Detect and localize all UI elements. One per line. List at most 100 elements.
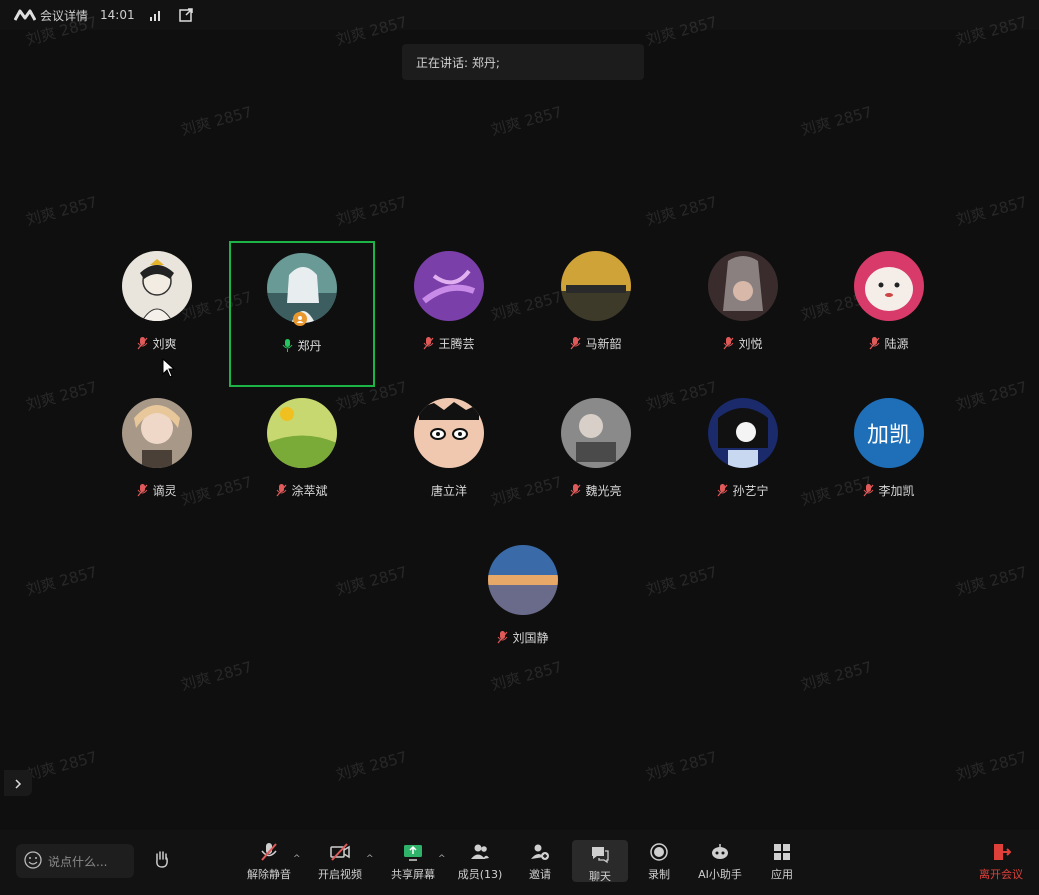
- watermark-text: 刘爽 2857: [334, 192, 410, 230]
- muted-mic-icon: [869, 337, 880, 350]
- unmute-button[interactable]: 解除静音: [241, 842, 297, 888]
- unmute-label: 解除静音: [247, 868, 291, 881]
- exit-door-icon: [991, 842, 1011, 866]
- participant-tile[interactable]: 谪灵: [84, 388, 230, 534]
- quick-chat-input[interactable]: 说点什么...: [16, 844, 134, 878]
- watermark-text: 刘爽 2857: [954, 377, 1030, 415]
- participant-tile[interactable]: 孙艺宁: [670, 388, 816, 534]
- chat-button[interactable]: 聊天: [572, 840, 628, 883]
- leave-meeting-button[interactable]: 离开会议: [972, 842, 1030, 888]
- chat-placeholder: 说点什么...: [48, 854, 108, 869]
- video-off-icon: [330, 842, 350, 866]
- sidebar-expand-button[interactable]: [4, 770, 32, 796]
- avatar: [267, 398, 337, 468]
- share-screen-button[interactable]: 共享屏幕: [385, 842, 441, 888]
- emoji-icon[interactable]: [24, 850, 42, 872]
- watermark-text: 刘爽 2857: [179, 102, 255, 140]
- start-video-label: 开启视频: [318, 868, 362, 881]
- share-screen-label: 共享屏幕: [391, 868, 435, 881]
- participant-tile[interactable]: 魏光亮: [523, 388, 669, 534]
- participant-name: 刘悦: [738, 337, 763, 351]
- participant-tile[interactable]: 刘爽: [84, 241, 230, 387]
- raise-hand-button[interactable]: [146, 844, 178, 878]
- participant-name: 谪灵: [152, 484, 177, 498]
- external-window-icon[interactable]: [177, 6, 195, 24]
- watermark-text: 刘爽 2857: [954, 747, 1030, 785]
- muted-mic-icon: [137, 484, 148, 497]
- muted-mic-icon: [137, 337, 148, 350]
- participant-tile[interactable]: 刘国静: [450, 535, 596, 681]
- ai-assistant-label: AI小助手: [698, 868, 742, 881]
- signal-icon[interactable]: [147, 6, 165, 24]
- watermark-text: 刘爽 2857: [334, 747, 410, 785]
- participant-tile-active-speaker[interactable]: 郑丹: [229, 241, 375, 387]
- apps-button[interactable]: 应用: [754, 842, 810, 888]
- avatar-initials: 加凯: [854, 398, 924, 468]
- record-label: 录制: [648, 868, 670, 881]
- clock: 14:01: [100, 8, 135, 22]
- watermark-text: 刘爽 2857: [954, 192, 1030, 230]
- participant-tile[interactable]: 马新韶: [523, 241, 669, 387]
- avatar: [854, 251, 924, 321]
- participant-name: 唐立洋: [430, 484, 467, 498]
- leave-meeting-label: 离开会议: [979, 868, 1023, 881]
- muted-mic-icon: [423, 337, 434, 350]
- avatar: [122, 398, 192, 468]
- chat-label: 聊天: [589, 870, 611, 883]
- share-options-caret-icon[interactable]: ^: [438, 854, 446, 864]
- members-label: 成员(13): [457, 868, 503, 881]
- avatar: [414, 251, 484, 321]
- watermark-text: 刘爽 2857: [644, 747, 720, 785]
- invite-button[interactable]: 邀请: [512, 842, 568, 888]
- video-options-caret-icon[interactable]: ^: [366, 854, 374, 864]
- watermark-text: 刘爽 2857: [644, 562, 720, 600]
- participant-tile[interactable]: 刘悦: [670, 241, 816, 387]
- muted-mic-icon: [863, 484, 874, 497]
- watermark-text: 刘爽 2857: [24, 747, 100, 785]
- avatar: [122, 251, 192, 321]
- meeting-details-button[interactable]: 会议详情: [14, 7, 88, 24]
- watermark-text: 刘爽 2857: [334, 562, 410, 600]
- invite-icon: [530, 842, 550, 866]
- avatar: [488, 545, 558, 615]
- participant-tile[interactable]: 涂萃斌: [229, 388, 375, 534]
- participant-name: 王腾芸: [438, 337, 475, 351]
- muted-mic-icon: [259, 842, 279, 866]
- muted-mic-icon: [723, 337, 734, 350]
- participant-name: 涂萃斌: [291, 484, 328, 498]
- members-button[interactable]: 成员(13): [452, 842, 508, 888]
- chevron-right-icon: [14, 774, 22, 793]
- participant-tile[interactable]: 陆源: [816, 241, 962, 387]
- watermark-text: 刘爽 2857: [799, 102, 875, 140]
- mouse-cursor-icon: [162, 357, 176, 382]
- participant-name: 刘爽: [152, 337, 177, 351]
- raise-hand-icon: [152, 849, 172, 873]
- tencent-meeting-logo-icon: [14, 9, 36, 21]
- invite-label: 邀请: [529, 868, 551, 881]
- share-screen-icon: [403, 842, 423, 866]
- muted-mic-icon: [570, 484, 581, 497]
- record-button[interactable]: 录制: [631, 842, 687, 888]
- avatar: [708, 251, 778, 321]
- apps-label: 应用: [771, 868, 793, 881]
- watermark-text: 刘爽 2857: [799, 657, 875, 695]
- participant-tile[interactable]: 唐立洋: [376, 388, 522, 534]
- watermark-text: 刘爽 2857: [954, 562, 1030, 600]
- speaking-indicator: 正在讲话: 郑丹;: [402, 44, 644, 80]
- audio-options-caret-icon[interactable]: ^: [293, 854, 301, 864]
- participant-name: 刘国静: [512, 631, 549, 645]
- meeting-details-label: 会议详情: [40, 8, 89, 23]
- participant-tile[interactable]: 王腾芸: [376, 241, 522, 387]
- muted-mic-icon: [497, 631, 508, 644]
- members-icon: [470, 842, 490, 866]
- participant-name: 陆源: [884, 337, 909, 351]
- ai-assistant-button[interactable]: AI小助手: [692, 842, 748, 888]
- watermark-text: 刘爽 2857: [24, 192, 100, 230]
- avatar: [708, 398, 778, 468]
- muted-mic-icon: [276, 484, 287, 497]
- start-video-button[interactable]: 开启视频: [312, 842, 368, 888]
- participant-tile[interactable]: 加凯 李加凯: [816, 388, 962, 534]
- avatar: [414, 398, 484, 468]
- active-mic-icon: [282, 339, 293, 352]
- participant-name: 魏光亮: [585, 484, 622, 498]
